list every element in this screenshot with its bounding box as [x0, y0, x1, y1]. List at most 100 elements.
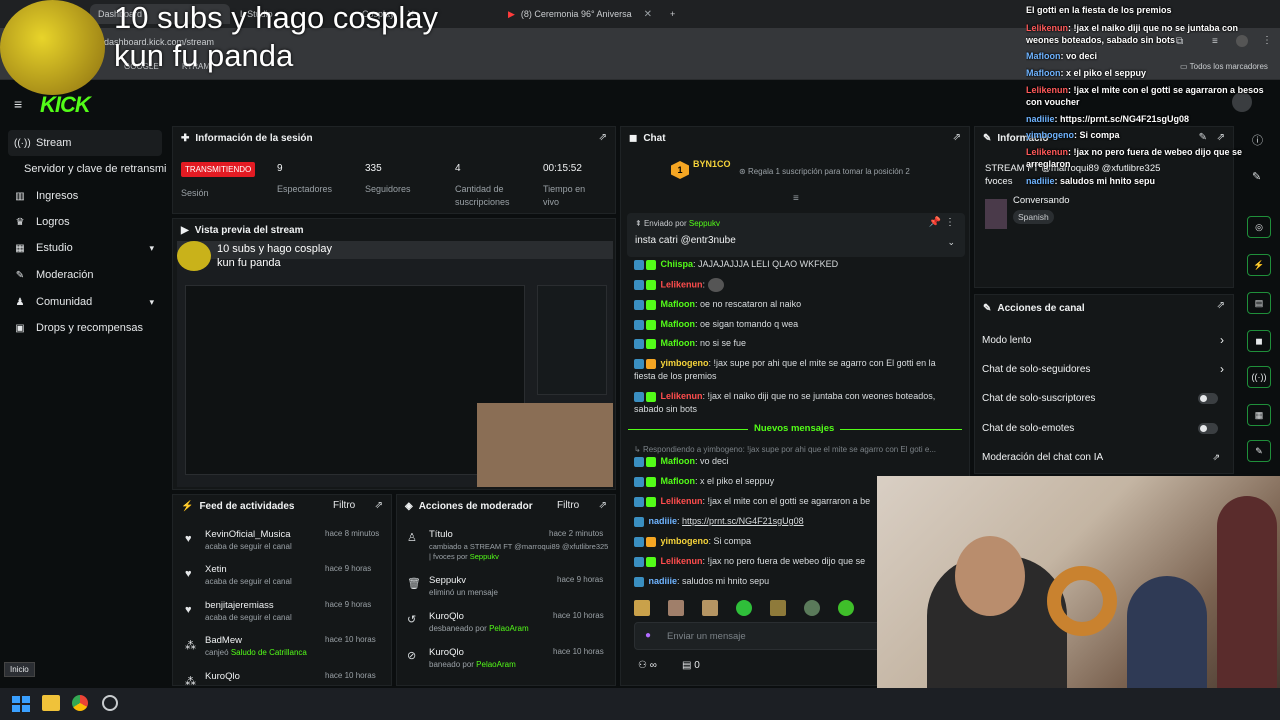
sidebar-item-stream[interactable]: ((·)) Stream	[8, 130, 162, 156]
filter-button[interactable]: Filtro	[333, 500, 355, 511]
mod-badge-icon	[634, 476, 644, 487]
chat-username[interactable]: Mafloon	[661, 319, 696, 329]
collapse-icon[interactable]: ≡	[793, 193, 799, 204]
slow-mode-row[interactable]: Modo lento ›	[982, 330, 1228, 350]
chat-username[interactable]: Lelikenun	[661, 391, 703, 401]
subs-only-toggle[interactable]	[1198, 392, 1218, 404]
video-icon: ▶	[181, 224, 189, 236]
sidebar-item-server-key[interactable]: Servidor y clave de retransmi	[18, 156, 174, 182]
chat-username[interactable]: Mafloon	[661, 299, 696, 309]
chat-username[interactable]: Lelikenun	[661, 556, 703, 566]
feed-username[interactable]: Xetin	[205, 564, 227, 575]
rail-button-tools[interactable]: ✎	[1247, 440, 1271, 462]
mod-badge-icon	[634, 556, 644, 567]
chat-settings-icon[interactable]: ⚇ ∞	[638, 660, 657, 671]
pinned-message[interactable]: ⇞ Enviado por Seppukv insta catri @entr3…	[627, 213, 965, 257]
sidebar-item-logros[interactable]: ♛ Logros	[8, 209, 162, 235]
chat-username[interactable]: nadiiie	[649, 576, 678, 586]
mod-actions-panel: ◈ Acciones de moderador Filtro ⇗ ♙ Título…	[396, 494, 616, 686]
sidebar-item-drops[interactable]: ▣ Drops y recompensas	[8, 315, 162, 341]
chat-username[interactable]: Mafloon	[661, 476, 696, 486]
emote-icon[interactable]	[702, 600, 718, 616]
rail-button-doc[interactable]: ▤	[1247, 292, 1271, 314]
emote-icon[interactable]	[804, 600, 820, 616]
popout-icon[interactable]: ⇗	[599, 132, 607, 143]
mod-action-title[interactable]: Seppukv	[429, 575, 466, 586]
chat-text: oe sigan tomando q wea	[700, 319, 799, 329]
chat-username[interactable]: yimbogeno	[661, 358, 709, 368]
sidebar-item-ingresos[interactable]: ▥ Ingresos	[8, 183, 162, 209]
chevron-down-icon[interactable]: ⌄	[947, 237, 955, 248]
feed-username[interactable]: KevinOficial_Musica	[205, 529, 291, 540]
new-messages-label[interactable]: Nuevos mensajes	[748, 423, 841, 434]
followers-only-row[interactable]: Chat de solo-seguidores ›	[982, 359, 1228, 379]
feed-username[interactable]: BadMew	[205, 635, 242, 646]
mod-action-text: baneado por	[429, 660, 474, 669]
rail-button-broadcast[interactable]: ((·))	[1247, 366, 1271, 388]
mod-action-desc: eliminó un mensaje	[429, 588, 498, 597]
chevron-right-icon: ›	[1220, 333, 1224, 347]
overlay-chat-text: Si compa	[1079, 130, 1120, 140]
kebab-menu-icon[interactable]: ⋮	[945, 217, 955, 228]
emote-icon[interactable]	[634, 600, 650, 616]
heart-icon: ♥	[185, 604, 192, 616]
points-display[interactable]: ▤ 0	[682, 660, 700, 671]
emote-icon[interactable]	[668, 600, 684, 616]
pin-icon[interactable]: 📌	[929, 217, 941, 228]
overlay-chat-line: Lelikenun: !jax el mite con el gotti se …	[1026, 85, 1264, 95]
chat-username[interactable]: Chiispa	[661, 259, 694, 269]
chat-username[interactable]: Mafloon	[661, 338, 696, 348]
chat-message: Mafloon: oe sigan tomando q wea	[634, 318, 964, 331]
emote-icon[interactable]	[770, 600, 786, 616]
browser-tab-ceremonia[interactable]: ▶ (8) Ceremonia 96° Aniversa ✕	[500, 4, 660, 24]
rail-button-vault[interactable]: ▦	[1247, 404, 1271, 426]
sidebar-item-moderacion[interactable]: ✎ Moderación	[8, 262, 162, 288]
mod-name[interactable]: PelaoAram	[489, 624, 529, 633]
chat-username[interactable]: nadiiie	[649, 516, 678, 526]
emotes-only-toggle[interactable]	[1198, 422, 1218, 434]
panel-header: ▶ Vista previa del stream	[173, 219, 615, 241]
chat-username[interactable]: yimbogeno	[661, 536, 709, 546]
feed-username[interactable]: benjitajeremiass	[205, 600, 274, 611]
mod-action-title[interactable]: KuroQlo	[429, 647, 464, 658]
windows-start-icon[interactable]	[12, 696, 30, 712]
obs-icon[interactable]	[102, 695, 118, 711]
ai-moderation-row[interactable]: Moderación del chat con IA ⇗	[982, 447, 1228, 467]
category-name[interactable]: Conversando	[1013, 195, 1070, 206]
popout-icon[interactable]: ⇗	[1217, 300, 1225, 311]
chat-username[interactable]: Lelikenun	[661, 279, 703, 289]
chat-username[interactable]: Lelikenun	[661, 496, 703, 506]
mod-badge-icon	[634, 496, 644, 507]
mod-name[interactable]: Seppukv	[470, 552, 499, 561]
popout-icon[interactable]: ⇗	[599, 500, 607, 511]
rail-button-target[interactable]: ◎	[1247, 216, 1271, 238]
hamburger-icon[interactable]: ≡	[14, 96, 22, 112]
chat-link[interactable]: https://prnt.sc/NG4F21sgUg08	[682, 516, 804, 526]
live-time-label: Tiempo en vivo	[543, 184, 586, 207]
rail-button-chat[interactable]: ◼	[1247, 330, 1271, 352]
mod-action-title[interactable]: KuroQlo	[429, 611, 464, 622]
sidebar-item-estudio[interactable]: ▦ Estudio ▾	[8, 235, 162, 261]
popout-icon[interactable]: ⇗	[953, 132, 961, 143]
mod-name[interactable]: PelaoAram	[476, 660, 516, 669]
rail-button-bolt[interactable]: ⚡	[1247, 254, 1271, 276]
chat-text: saludos mi hnito sepu	[682, 576, 770, 586]
top-gifter-name[interactable]: BYN1CO	[693, 159, 731, 169]
gift-prompt-text: Regala 1 suscripción para tomar la posic…	[747, 167, 910, 176]
new-tab-button[interactable]: +	[662, 4, 682, 24]
popout-icon[interactable]: ⇗	[375, 500, 383, 511]
mod-action-time: hace 2 minutos	[549, 529, 604, 538]
stream-preview-video[interactable]: 10 subs y hago cosplay kun fu panda	[177, 241, 613, 487]
feed-username[interactable]: KuroQlo	[205, 671, 240, 682]
close-tab-icon[interactable]: ✕	[644, 9, 652, 20]
chat-username[interactable]: Mafloon	[661, 456, 696, 466]
filter-button[interactable]: Filtro	[557, 500, 579, 511]
file-explorer-icon[interactable]	[42, 695, 60, 711]
sub-badge-icon	[646, 358, 656, 369]
sidebar-item-comunidad[interactable]: ♟ Comunidad ▾	[8, 289, 162, 315]
emote-icon[interactable]	[838, 600, 854, 616]
kick-logo[interactable]: KICK	[40, 92, 91, 118]
chrome-icon[interactable]	[72, 695, 88, 711]
emote-icon[interactable]	[736, 600, 752, 616]
gift-prompt[interactable]: ⊛ Regala 1 suscripción para tomar la pos…	[739, 167, 910, 176]
